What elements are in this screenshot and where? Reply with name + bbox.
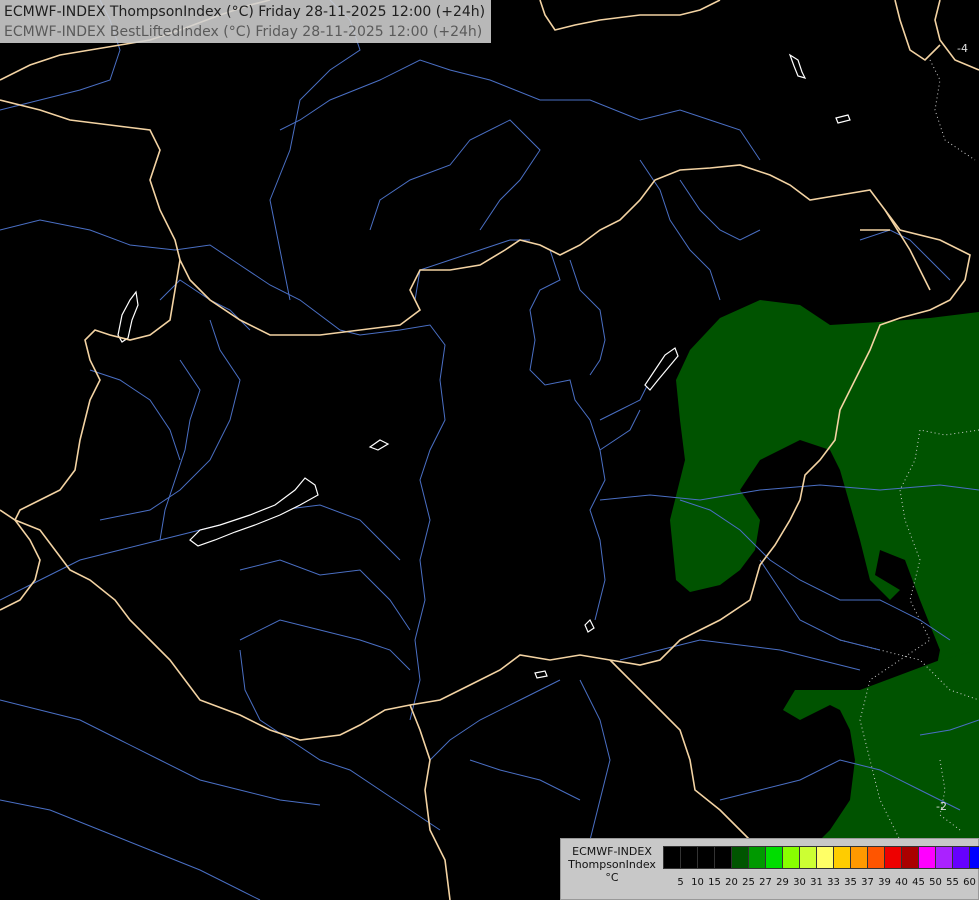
legend-source: ECMWF-INDEX — [572, 845, 652, 858]
legend-swatch — [766, 847, 783, 868]
legend-swatch — [885, 847, 902, 868]
legend-variable: ThompsonIndex — [568, 858, 656, 871]
legend-tick-label: 35 — [844, 877, 857, 888]
map-title-panel: ECMWF-INDEX ThompsonIndex (°C) Friday 28… — [0, 0, 492, 43]
legend-tick-label: 31 — [810, 877, 823, 888]
weather-map — [0, 0, 979, 900]
legend-tick-label: 40 — [895, 877, 908, 888]
legend-swatch — [698, 847, 715, 868]
legend-swatches — [663, 846, 979, 869]
legend-tick-label: 27 — [759, 877, 772, 888]
legend-swatch — [953, 847, 970, 868]
legend-tick-label: 50 — [929, 877, 942, 888]
legend-tick-label: 5 — [677, 877, 684, 888]
legend-swatch — [749, 847, 766, 868]
legend-swatch — [817, 847, 834, 868]
contour-label: -2 — [936, 800, 947, 813]
legend-swatch — [851, 847, 868, 868]
contour-label: -4 — [957, 42, 968, 55]
legend-swatch — [681, 847, 698, 868]
map-title-secondary: ECMWF-INDEX BestLiftedIndex (°C) Friday … — [4, 24, 483, 40]
legend-tick-label: 10 — [691, 877, 704, 888]
legend-tick-label: 37 — [861, 877, 874, 888]
legend-label: ECMWF-INDEX ThompsonIndex °C — [563, 845, 661, 884]
legend-swatch — [902, 847, 919, 868]
legend-swatch — [919, 847, 936, 868]
legend-swatch — [800, 847, 817, 868]
color-legend: ECMWF-INDEX ThompsonIndex °C 5 10 15 20 25 27… — [560, 838, 979, 900]
legend-ticks: 5 10 15 20 25 27 29 30 31 33 35 37 39 40 45 50 55 60 — [663, 877, 978, 888]
legend-tick-label: 45 — [912, 877, 925, 888]
legend-swatch — [936, 847, 953, 868]
legend-swatch — [715, 847, 732, 868]
legend-swatch — [868, 847, 885, 868]
legend-swatch — [783, 847, 800, 868]
legend-swatch — [970, 847, 979, 868]
legend-tick-label: 33 — [827, 877, 840, 888]
legend-tick-label: 29 — [776, 877, 789, 888]
legend-tick-label: 15 — [708, 877, 721, 888]
legend-swatch — [732, 847, 749, 868]
legend-swatch — [664, 847, 681, 868]
legend-tick-label: 55 — [946, 877, 959, 888]
legend-tick-label: 20 — [725, 877, 738, 888]
legend-swatch — [834, 847, 851, 868]
map-title-primary: ECMWF-INDEX ThompsonIndex (°C) Friday 28… — [4, 4, 486, 20]
legend-tick-label: 60 — [963, 877, 976, 888]
legend-tick-label: 39 — [878, 877, 891, 888]
legend-unit: °C — [605, 871, 619, 884]
legend-tick-label: 25 — [742, 877, 755, 888]
lake-small-6 — [534, 670, 548, 679]
legend-tick-label: 30 — [793, 877, 806, 888]
